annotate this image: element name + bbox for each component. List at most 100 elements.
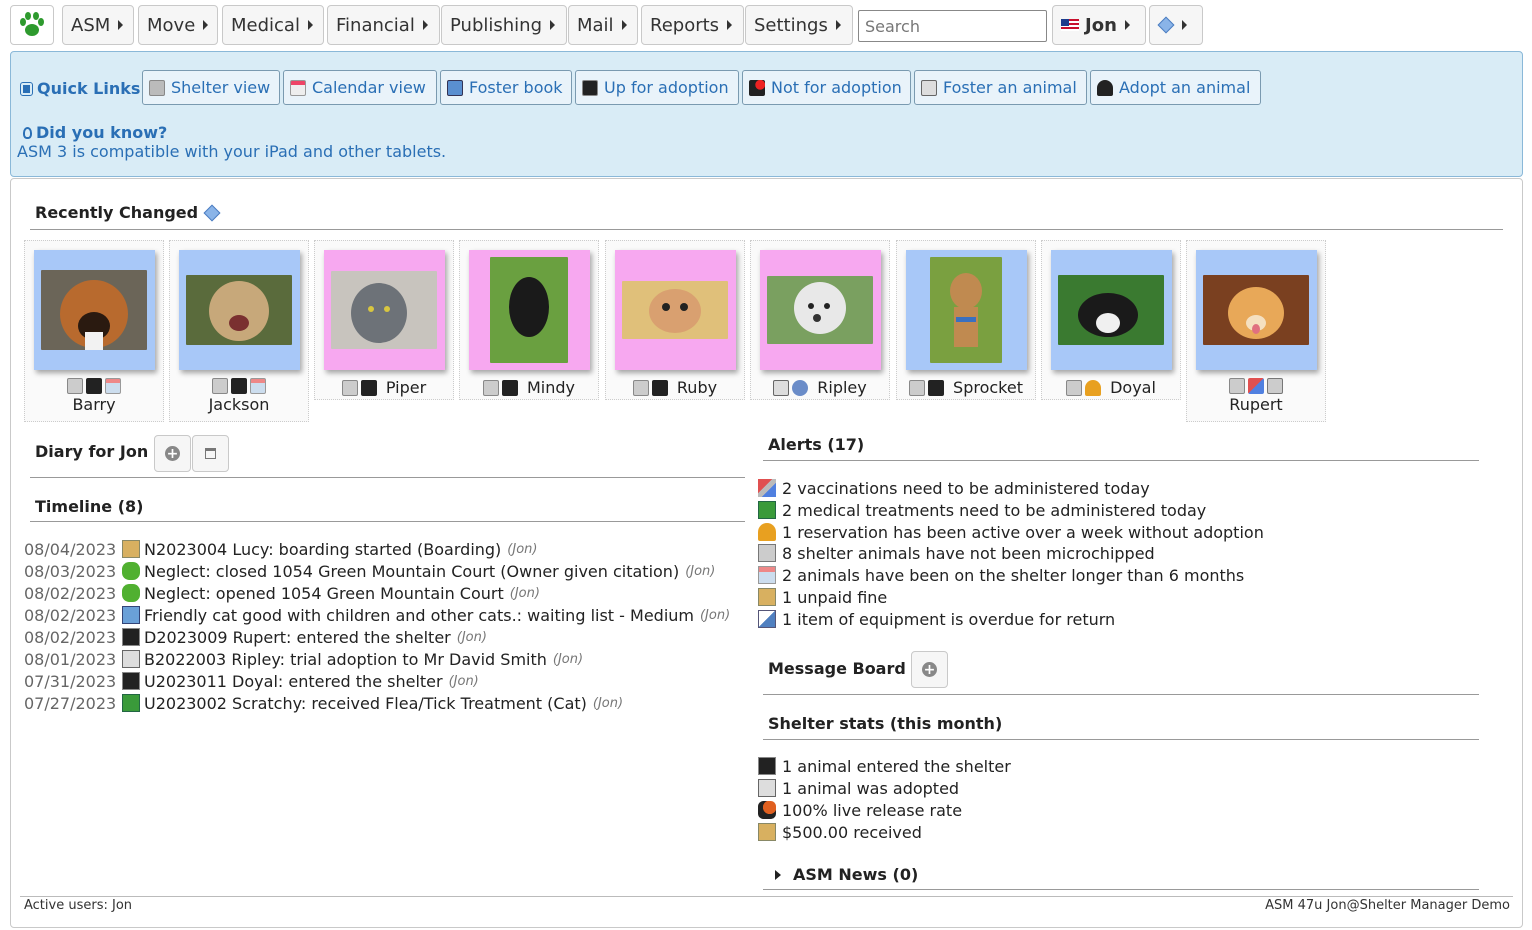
stat-text[interactable]: 100% live release rate [782, 801, 962, 820]
footer-divider [20, 896, 1513, 897]
us-flag-icon [1061, 19, 1079, 31]
stat-item[interactable]: $500.00 received [758, 822, 922, 842]
dog-photo-icon [41, 270, 147, 350]
up-for-adoption-button[interactable]: Up for adoption [575, 70, 739, 105]
animal-photo-frame[interactable] [614, 250, 736, 370]
alert-item[interactable]: 2 medical treatments need to be administ… [758, 500, 1206, 520]
menu-reports[interactable]: Reports [641, 5, 744, 45]
timeline-user: (Jon) [699, 607, 731, 623]
menu-financial[interactable]: Financial [327, 5, 440, 45]
timeline-text[interactable]: B2022003 Ripley: trial adoption to Mr Da… [144, 650, 547, 669]
menu-label: Settings [754, 14, 828, 36]
timeline-text[interactable]: Neglect: opened 1054 Green Mountain Cour… [144, 584, 504, 603]
asm-news-title[interactable]: ASM News (0) [793, 865, 918, 884]
not-for-adoption-button[interactable]: Not for adoption [742, 70, 911, 105]
animal-card-mindy[interactable]: Mindy [459, 240, 599, 400]
divider [30, 477, 745, 478]
adopt-an-animal-button[interactable]: Adopt an animal [1090, 70, 1261, 105]
animal-name[interactable]: Barry [25, 395, 163, 414]
timeline-date: 07/31/2023 [24, 671, 117, 691]
animal-card-sprocket[interactable]: Sprocket [896, 240, 1036, 400]
animal-photo-frame[interactable] [323, 250, 445, 370]
alert-item[interactable]: 2 animals have been on the shelter longe… [758, 565, 1244, 585]
timeline-text[interactable]: Neglect: closed 1054 Green Mountain Cour… [144, 562, 679, 581]
alert-text[interactable]: 1 item of equipment is overdue for retur… [782, 610, 1115, 629]
shelter-stats-heading: Shelter stats (this month) [768, 714, 1002, 733]
help-diamond-icon [1157, 16, 1175, 34]
animal-photo-frame[interactable] [468, 250, 590, 370]
alert-text[interactable]: 2 vaccinations need to be administered t… [782, 479, 1150, 498]
foster-book-button[interactable]: Foster book [440, 70, 572, 105]
alert-text[interactable]: 1 unpaid fine [782, 588, 887, 607]
stat-text[interactable]: $500.00 received [782, 823, 922, 842]
animal-name[interactable]: Mindy [527, 378, 575, 397]
timeline-text[interactable]: D2023009 Rupert: entered the shelter [144, 628, 451, 647]
animal-card-piper[interactable]: Piper [314, 240, 454, 400]
stat-item[interactable]: 1 animal was adopted [758, 778, 959, 798]
help-diamond-icon[interactable] [203, 204, 221, 221]
alert-item[interactable]: 1 unpaid fine [758, 587, 887, 607]
animal-name[interactable]: Doyal [1110, 378, 1156, 397]
animal-card-barry[interactable]: Barry [24, 240, 164, 422]
animal-photo-frame[interactable] [905, 250, 1027, 370]
house-icon [149, 79, 165, 96]
dog-photo-icon [1203, 275, 1309, 345]
stat-item[interactable]: 1 animal entered the shelter [758, 756, 1011, 776]
animal-name[interactable]: Piper [386, 378, 426, 397]
animal-name[interactable]: Sprocket [953, 378, 1023, 397]
add-diary-button[interactable]: + [154, 435, 191, 472]
recently-changed-heading: Recently Changed [35, 203, 221, 222]
timeline-entry: 08/02/2023 Friendly cat good with childr… [24, 605, 730, 625]
foster-an-animal-button[interactable]: Foster an animal [914, 70, 1087, 105]
menu-mail[interactable]: Mail [568, 5, 638, 45]
calendar-view-button[interactable]: Calendar view [283, 70, 437, 105]
animal-card-jackson[interactable]: Jackson [169, 240, 309, 422]
alert-item[interactable]: 2 vaccinations need to be administered t… [758, 478, 1150, 498]
paw-logo-icon[interactable] [10, 5, 54, 45]
animal-photo-frame[interactable] [1050, 250, 1172, 370]
alert-item[interactable]: 1 item of equipment is overdue for retur… [758, 609, 1115, 629]
alert-text[interactable]: 2 animals have been on the shelter longe… [782, 566, 1244, 585]
stat-item[interactable]: 100% live release rate [758, 800, 962, 820]
timeline-text[interactable]: U2023002 Scratchy: received Flea/Tick Tr… [144, 694, 587, 713]
alert-text[interactable]: 8 shelter animals have not been microchi… [782, 544, 1155, 563]
diary-calendar-button[interactable] [192, 435, 229, 472]
menu-publishing[interactable]: Publishing [441, 5, 567, 45]
alert-item[interactable]: 1 reservation has been active over a wee… [758, 522, 1264, 542]
timeline-text[interactable]: Friendly cat good with children and othe… [144, 606, 694, 625]
expand-arrow-icon[interactable] [775, 869, 781, 880]
alert-text[interactable]: 1 reservation has been active over a wee… [782, 523, 1264, 542]
message-board-heading: Message Board [768, 659, 906, 678]
animal-photo-frame[interactable] [1195, 250, 1317, 370]
alert-item[interactable]: 8 shelter animals have not been microchi… [758, 543, 1155, 563]
menu-move[interactable]: Move [138, 5, 218, 45]
animal-card-ruby[interactable]: Ruby [605, 240, 745, 400]
timeline-text[interactable]: N2023004 Lucy: boarding started (Boardin… [144, 540, 501, 559]
animal-name[interactable]: Rupert [1187, 395, 1325, 414]
menu-asm[interactable]: ASM [62, 5, 134, 45]
animal-card-doyal[interactable]: Doyal [1041, 240, 1181, 400]
medical-chart-icon [758, 501, 776, 519]
search-input[interactable] [858, 10, 1047, 42]
help-menu[interactable] [1149, 5, 1203, 45]
user-menu[interactable]: Jon [1052, 5, 1146, 45]
add-message-button[interactable]: + [911, 651, 948, 688]
asm-news-heading[interactable]: ASM News (0) [775, 865, 918, 884]
shelter-view-button[interactable]: Shelter view [142, 70, 280, 105]
animal-card-rupert[interactable]: Rupert [1186, 240, 1326, 422]
timeline-text[interactable]: U2023011 Doyal: entered the shelter [144, 672, 443, 691]
menu-medical[interactable]: Medical [222, 5, 324, 45]
cat-photo-icon [1058, 275, 1164, 345]
microchip-icon [1267, 378, 1283, 394]
animal-photo-frame[interactable] [178, 250, 300, 370]
animal-photo-frame[interactable] [759, 250, 881, 370]
animal-name[interactable]: Ruby [677, 378, 717, 397]
stat-text[interactable]: 1 animal entered the shelter [782, 757, 1011, 776]
alert-text[interactable]: 2 medical treatments need to be administ… [782, 501, 1206, 520]
animal-name[interactable]: Jackson [170, 395, 308, 414]
stat-text[interactable]: 1 animal was adopted [782, 779, 959, 798]
animal-card-ripley[interactable]: Ripley [750, 240, 890, 400]
animal-photo-frame[interactable] [33, 250, 155, 370]
animal-name[interactable]: Ripley [817, 378, 866, 397]
menu-settings[interactable]: Settings [745, 5, 853, 45]
